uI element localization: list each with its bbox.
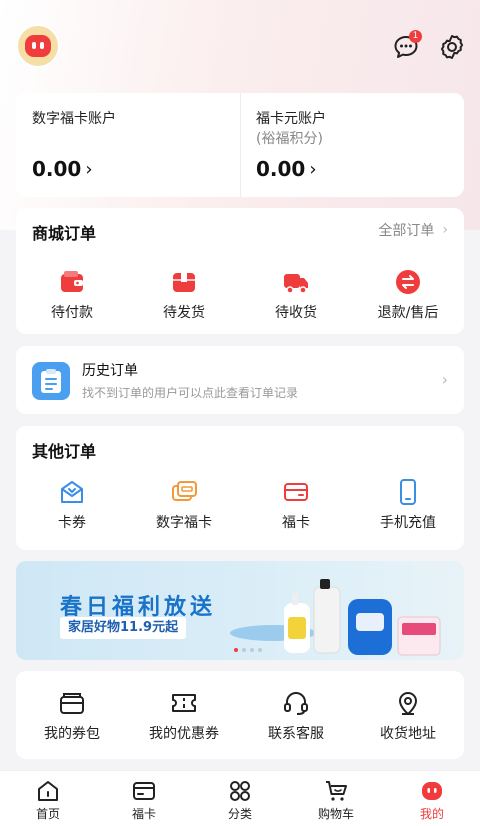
account-label: 福卡元账户 (256, 111, 326, 127)
order-status-to-receive[interactable]: 待收货 (240, 268, 352, 322)
tab-label: 首页 (35, 807, 60, 821)
tab-label: 我的 (419, 807, 444, 821)
tools-card: 我的券包 我的优惠券 联系客服 收货地址 (16, 671, 464, 759)
tab-category[interactable]: 分类 (192, 771, 288, 826)
card-yuan-account[interactable]: 福卡元账户 (裕福积分) 0.00 › (240, 93, 464, 197)
tab-home[interactable]: 首页 (0, 771, 96, 826)
tab-card[interactable]: 福卡 (96, 771, 192, 826)
home-icon (38, 781, 58, 801)
tool-label: 我的优惠券 (149, 726, 219, 742)
message-badge: 1 (409, 30, 422, 43)
other-order-card[interactable]: 福卡 (240, 478, 352, 532)
banner-pagination (234, 648, 262, 652)
promo-banner[interactable]: 春日福利放送 家居好物11.9元起 (16, 561, 464, 660)
order-status-label: 待付款 (51, 305, 93, 321)
other-orders-card: 其他订单 卡券 数字福卡 福卡 手机充值 (16, 426, 464, 550)
order-status-to-ship[interactable]: 待发货 (128, 268, 240, 322)
coupon-icon (172, 694, 196, 712)
tools-row: 我的券包 我的优惠券 联系客服 收货地址 (16, 689, 464, 743)
pagination-dot (242, 648, 246, 652)
account-sublabel: (裕福积分) (256, 131, 323, 147)
other-order-phone-topup[interactable]: 手机充值 (352, 478, 464, 532)
other-order-digital-card[interactable]: 数字福卡 (128, 478, 240, 532)
tab-label: 购物车 (317, 807, 354, 821)
headset-icon (284, 692, 308, 715)
history-orders-card[interactable]: 历史订单 找不到订单的用户可以点此查看订单记录 › (16, 346, 464, 414)
banner-subtitle: 家居好物11.9元起 (60, 617, 187, 639)
tool-label: 收货地址 (380, 726, 436, 742)
order-status-label: 待发货 (163, 305, 205, 321)
all-orders-label: 全部订单 (378, 223, 435, 239)
profile-icon (422, 782, 442, 800)
other-orders-title: 其他订单 (32, 442, 97, 461)
pagination-dot (250, 648, 254, 652)
tool-coupons[interactable]: 我的优惠券 (128, 689, 240, 743)
tool-customer-service[interactable]: 联系客服 (240, 689, 352, 743)
other-order-vouchers[interactable]: 卡券 (16, 478, 128, 532)
other-order-label: 卡券 (58, 515, 86, 531)
chevron-right-icon: › (442, 222, 448, 238)
pagination-dot (234, 648, 238, 652)
tab-label: 分类 (227, 807, 252, 821)
refund-icon (396, 270, 420, 294)
account-card: 数字福卡账户 0.00 › 福卡元账户 (裕福积分) 0.00 › (16, 93, 464, 197)
card-tab-icon (133, 782, 155, 800)
chevron-right-icon: › (441, 370, 448, 389)
phone-icon (400, 479, 416, 505)
chevron-right-icon: › (85, 158, 93, 180)
avatar[interactable] (16, 24, 60, 68)
chevron-right-icon: › (309, 158, 317, 180)
pagination-dot (258, 648, 262, 652)
settings-gear-icon[interactable] (438, 33, 466, 61)
mall-orders-title: 商城订单 (32, 224, 97, 243)
other-order-label: 手机充值 (380, 515, 436, 531)
digital-card-icon (172, 481, 197, 501)
tool-label: 我的券包 (44, 726, 100, 742)
tab-label: 福卡 (131, 807, 156, 821)
other-orders-row: 卡券 数字福卡 福卡 手机充值 (16, 478, 464, 532)
other-order-label: 福卡 (282, 515, 310, 531)
account-amount-value: 0.00 (256, 157, 306, 181)
order-status-pending-payment[interactable]: 待付款 (16, 268, 128, 322)
order-status-label: 退款/售后 (377, 305, 439, 321)
tab-cart[interactable]: 购物车 (288, 771, 384, 826)
account-amount-value: 0.00 (32, 157, 82, 181)
products-image (284, 579, 441, 656)
other-order-label: 数字福卡 (156, 515, 212, 531)
card-icon (284, 483, 308, 501)
avatar-mascot-icon (25, 35, 51, 57)
wallet-outline-icon (60, 693, 84, 714)
clipboard-list-icon (32, 362, 70, 400)
tool-voucher-wallet[interactable]: 我的券包 (16, 689, 128, 743)
box-icon (173, 273, 195, 292)
envelope-icon (61, 481, 83, 503)
wallet-icon (61, 271, 83, 292)
truck-icon (284, 274, 308, 294)
account-label: 数字福卡账户 (32, 111, 116, 127)
mall-order-status-row: 待付款 待发货 待收货 退款/售后 (16, 268, 464, 322)
tab-profile[interactable]: 我的 (384, 771, 480, 826)
cart-icon (326, 781, 347, 801)
account-amount: 0.00 › (32, 157, 93, 181)
mall-orders-card: 商城订单 全部订单 › 待付款 待发货 待收货 退款/售后 (16, 208, 464, 334)
tool-label: 联系客服 (268, 726, 324, 742)
history-orders-title: 历史订单 (82, 363, 138, 379)
digital-card-account[interactable]: 数字福卡账户 0.00 › (16, 93, 240, 197)
category-icon (230, 781, 250, 801)
account-amount: 0.00 › (256, 157, 317, 181)
history-orders-subtitle: 找不到订单的用户可以点此查看订单记录 (82, 386, 299, 400)
order-status-label: 待收货 (275, 305, 317, 321)
all-orders-link[interactable]: 全部订单 › (378, 220, 448, 240)
order-status-refund[interactable]: 退款/售后 (352, 268, 464, 322)
location-icon (399, 692, 417, 715)
tool-shipping-address[interactable]: 收货地址 (352, 689, 464, 743)
bottom-tab-bar: 首页 福卡 分类 购物车 我的 (0, 770, 480, 826)
